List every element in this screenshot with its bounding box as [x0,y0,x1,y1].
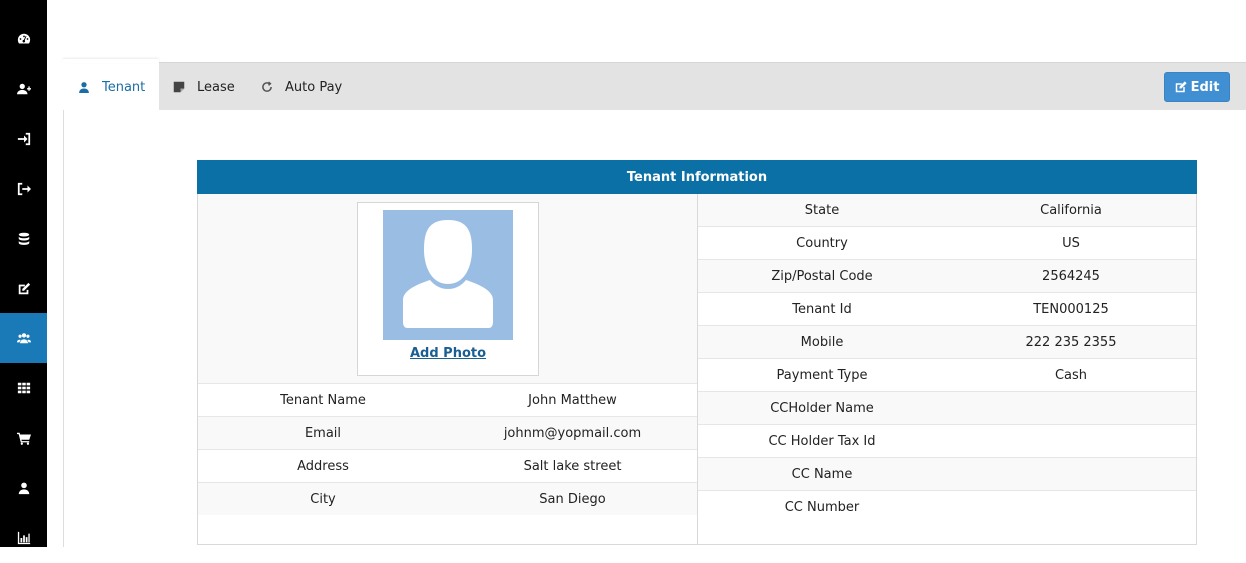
users-icon [16,333,31,344]
row-label: CC Name [791,466,853,482]
row-value: Salt lake street [523,458,622,474]
sidebar-item-reports[interactable] [0,513,47,563]
edit-button[interactable]: Edit [1164,72,1230,102]
edit-icon [18,282,30,295]
row-label: CC Holder Tax Id [768,433,876,449]
sidebar-item-dashboard[interactable] [0,14,47,64]
sidebar-item-users[interactable] [0,313,47,363]
avatar-placeholder-icon [383,210,513,340]
tab-autopay-label: Auto Pay [285,79,343,95]
info-row-cc-name: CC Name [698,458,1196,491]
grid-icon [17,382,30,394]
row-value: johnm@yopmail.com [503,425,642,441]
row-label: Address [297,458,349,474]
edit-icon [1175,81,1187,93]
sidebar-item-add-user[interactable] [0,64,47,114]
sign-in-icon [17,132,30,146]
info-row-cc-number: CC Number [698,491,1196,524]
sidebar-item-cart[interactable] [0,413,47,463]
user-icon [18,482,29,495]
sidebar-item-sign-in[interactable] [0,114,47,164]
row-value: TEN000125 [1033,301,1109,317]
cart-icon [16,432,31,445]
tab-lease[interactable]: Lease [173,63,235,111]
add-user-icon [16,83,31,95]
add-photo-link[interactable]: Add Photo [357,346,539,361]
info-row-email: Email johnm@yopmail.com [198,416,697,449]
tab-lease-label: Lease [197,79,235,95]
tab-bar: Tenant Lease Auto Pay [63,59,1246,111]
info-row-cc-holder-name: CCHolder Name [698,392,1196,425]
sidebar [0,0,47,547]
bar-chart-icon [17,531,30,545]
info-row-city: City San Diego [198,482,697,515]
sidebar-item-sign-out[interactable] [0,164,47,214]
row-label: Payment Type [776,367,868,383]
row-label: Zip/Postal Code [771,268,873,284]
row-label: Email [304,425,342,441]
row-label: Country [796,235,848,251]
panel-title: Tenant Information [197,160,1197,194]
row-value: US [1062,235,1080,251]
edit-button-label: Edit [1190,79,1220,95]
dashboard-icon [17,33,30,44]
info-row-tenant-id: Tenant Id TEN000125 [698,293,1196,326]
refresh-icon [262,81,272,92]
row-label: CCHolder Name [770,400,874,416]
row-value: John Matthew [528,392,617,408]
row-label: State [804,202,840,218]
sidebar-item-grid[interactable] [0,363,47,413]
sidebar-item-database[interactable] [0,214,47,264]
row-label: Tenant Id [792,301,852,317]
content-divider [63,110,64,547]
user-icon [79,82,89,93]
info-row-zip: Zip/Postal Code 2564245 [698,260,1196,293]
row-label: Mobile [800,334,844,350]
info-row-address: Address Salt lake street [198,449,697,482]
note-icon [173,81,185,93]
sidebar-item-edit[interactable] [0,264,47,314]
info-row-tenant-name: Tenant Name John Matthew [198,383,697,416]
row-label: Tenant Name [280,392,366,408]
info-row-state: State California [698,194,1196,227]
tab-tenant[interactable]: Tenant [63,59,159,111]
info-row-country: Country US [698,227,1196,260]
row-value: 222 235 2355 [1025,334,1117,350]
info-row-payment-type: Payment Type Cash [698,359,1196,392]
row-label: City [310,491,336,507]
sidebar-item-user[interactable] [0,463,47,513]
row-value: California [1040,202,1102,218]
database-icon [18,232,29,245]
row-value: San Diego [539,491,606,507]
sign-out-icon [17,182,31,196]
tab-tenant-label: Tenant [102,79,146,95]
row-value: 2564245 [1042,268,1100,284]
tab-autopay[interactable]: Auto Pay [261,63,342,111]
row-value: Cash [1054,367,1088,383]
row-label: CC Number [784,500,860,515]
info-row-mobile: Mobile 222 235 2355 [698,326,1196,359]
info-row-cc-holder-tax-id: CC Holder Tax Id [698,425,1196,458]
